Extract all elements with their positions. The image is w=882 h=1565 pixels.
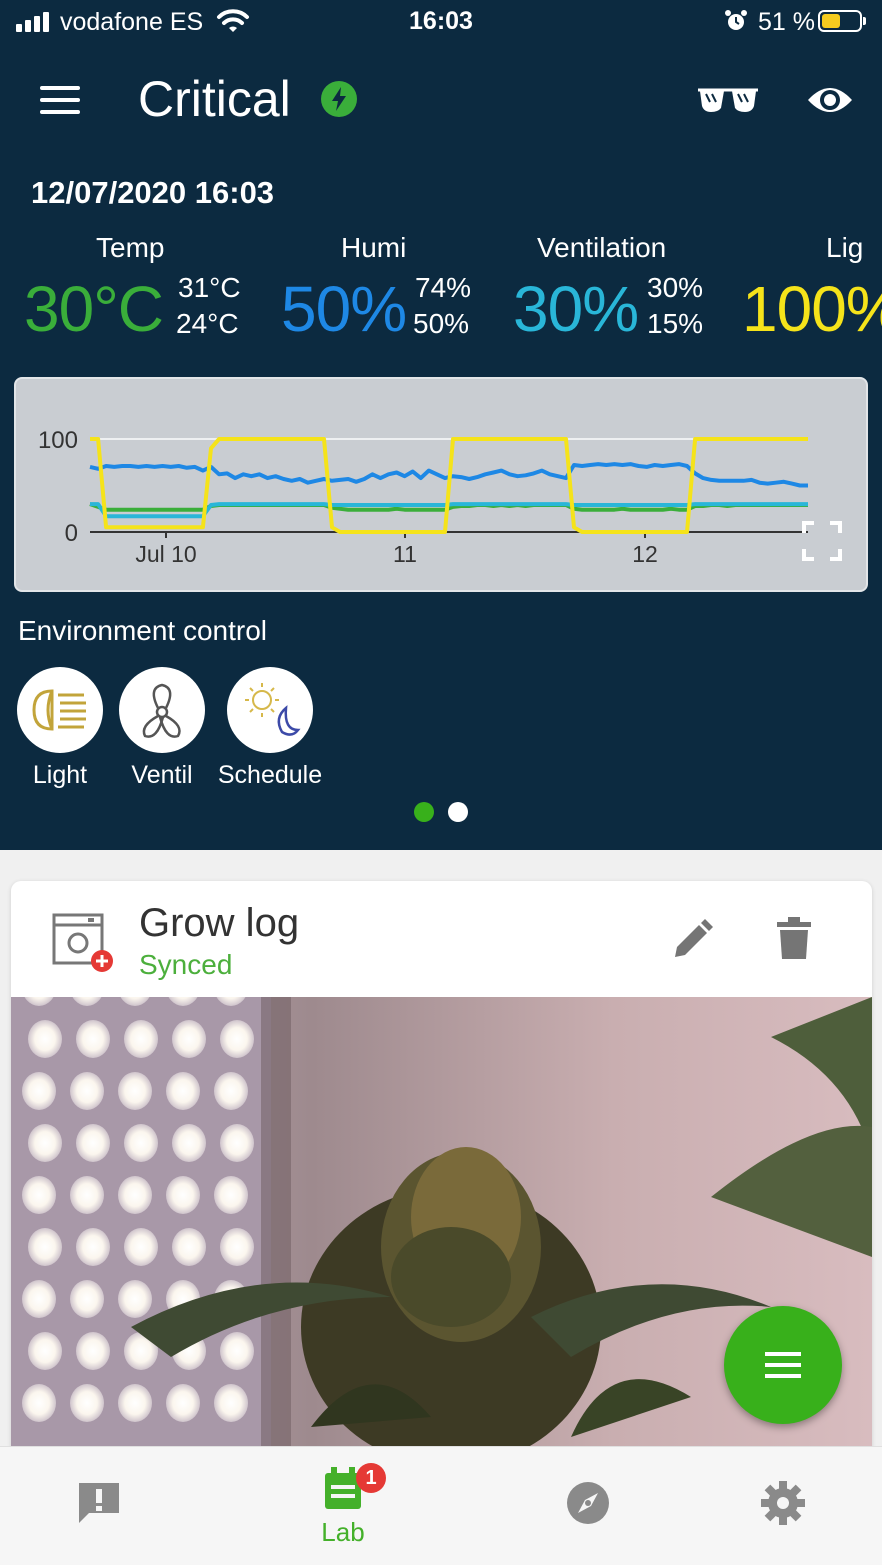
history-chart[interactable]: 100 0 Jul 10 11 12 [14,377,868,592]
metric-min: 15% [647,308,704,339]
pager-dot[interactable] [448,802,468,822]
metric-min: 24°C [176,308,239,339]
page-title: Critical [138,71,291,127]
env-label: Light [32,761,88,789]
alarm-icon [724,9,748,38]
x-tick-label: 12 [632,541,658,567]
bottom-nav: 1 Lab [0,1446,882,1565]
eye-icon[interactable] [806,82,854,123]
metric-label: Lig [826,232,864,263]
card-title: Grow log [139,901,300,945]
glasses-icon[interactable] [696,84,760,121]
reading-datetime: 12/07/2020 16:03 [31,175,275,210]
pencil-edit-icon[interactable] [671,919,713,966]
battery-percent: 51 % [758,8,815,36]
battery-icon [818,10,866,32]
metric-max: 74% [415,272,472,303]
gear-icon [761,1481,805,1525]
env-light-button[interactable]: Light [5,667,115,790]
metric-value: 30°C [24,273,164,345]
x-tick-label: Jul 10 [135,541,196,567]
nav-lab[interactable]: 1 Lab [288,1447,398,1565]
metric-max: 31°C [178,272,241,303]
menu-fab-button[interactable] [724,1306,842,1424]
env-schedule-button[interactable]: Schedule [215,667,325,790]
y-tick-label: 100 [38,427,78,454]
metric-max: 30% [647,272,704,303]
y-tick-label: 0 [65,520,78,547]
trash-icon[interactable] [777,917,811,964]
notification-badge: 1 [356,1463,386,1493]
env-ventil-button[interactable]: Ventil [107,667,217,790]
hamburger-menu-icon[interactable] [40,86,80,116]
nav-settings[interactable] [728,1447,838,1565]
nav-alerts[interactable] [44,1447,154,1565]
clock: 16:03 [409,7,473,35]
metric-value: 50% [281,273,407,345]
light-beam-icon [17,667,103,753]
top-panel: vodafone ES 16:03 51 % Critical 12/07/20… [0,0,882,850]
metric-label: Temp [96,232,165,263]
status-bar: vodafone ES 16:03 51 % [0,0,882,44]
metric-min: 50% [413,308,470,339]
battery-level [822,14,840,28]
sync-status: Synced [139,949,233,980]
metric-label: Ventilation [537,232,667,263]
fan-icon [119,667,205,753]
environment-control-title: Environment control [18,615,268,646]
nav-explore[interactable] [533,1447,643,1565]
env-label: Schedule [217,761,323,789]
nav-label: Lab [321,1517,365,1547]
metric-value: 30% [513,273,639,345]
compass-icon [567,1482,609,1524]
sun-moon-icon [227,667,313,753]
metric-light[interactable]: Lig 100% [742,232,882,352]
pager-dot[interactable] [414,802,434,822]
x-tick-label: 11 [393,541,417,567]
metric-value: 100% [742,273,882,345]
alert-message-icon [79,1483,119,1523]
lightning-bolt-icon [321,81,357,122]
list-menu-icon [765,1352,801,1378]
chart-plot: 100 0 Jul 10 11 12 [38,427,808,567]
metric-label: Humi [341,232,407,263]
env-label: Ventil [131,761,193,789]
photo-add-icon [52,913,116,982]
